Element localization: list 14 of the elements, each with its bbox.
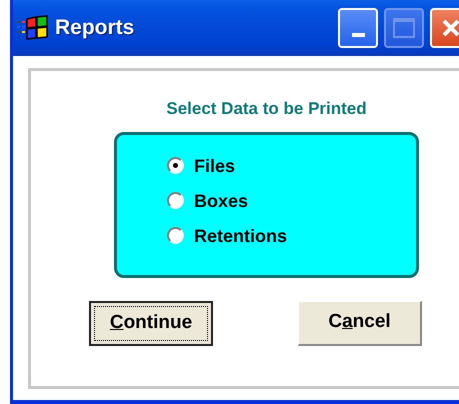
radio-button[interactable] [167,192,184,209]
radio-option[interactable]: Boxes [167,192,416,210]
radio-button[interactable] [167,157,184,174]
minimize-button[interactable] [338,8,378,48]
window-title: Reports [55,15,134,42]
close-icon [441,18,459,38]
radio-option[interactable]: Retentions [167,226,416,244]
radio-option[interactable]: Files [167,156,416,174]
group-heading: Select Data to be Printed [166,98,367,120]
close-button[interactable] [430,8,459,48]
dialog-button[interactable]: Cancel [298,300,422,346]
radio-button[interactable] [167,227,184,244]
dialog-button[interactable]: Continue [89,300,213,346]
windows-flag-icon [17,15,49,41]
